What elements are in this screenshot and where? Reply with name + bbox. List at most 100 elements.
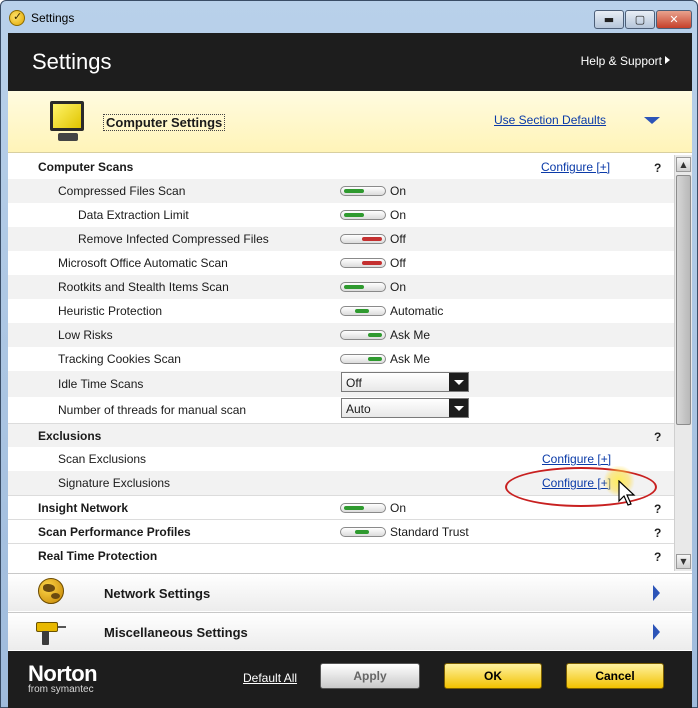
apply-button[interactable]: Apply [320,663,420,689]
computer-scans-configure-link[interactable]: Configure [+] [541,160,610,174]
remove-infected-compressed-toggle[interactable] [340,234,386,244]
expand-arrow-icon[interactable] [653,624,660,640]
row-scan-performance: Scan Performance Profiles Standard Trust… [8,519,674,543]
settings-list-scrollbar[interactable]: ▲ ▼ [674,155,692,571]
section-title: Network Settings [104,586,211,601]
row-value: On [390,184,407,198]
monitor-icon [48,99,88,145]
row-label: Insight Network [38,501,129,515]
chevron-down-icon [449,373,468,391]
chevron-right-icon [665,56,670,64]
row-label: Computer Scans [38,160,134,174]
computer-settings-section-header: Computer Settings Use Section Defaults [8,91,692,153]
row-exclusions: Exclusions ? [8,423,674,447]
help-icon[interactable]: ? [654,502,661,516]
scrollbar-thumb[interactable] [676,175,691,425]
row-value: Off [390,232,406,246]
miscellaneous-settings-section[interactable]: Miscellaneous Settings [8,612,692,650]
help-icon[interactable]: ? [654,430,661,444]
maximize-button[interactable]: ▢ [625,10,655,29]
help-icon[interactable]: ? [654,526,661,540]
row-label: Idle Time Scans [58,377,144,391]
row-label: Scan Performance Profiles [38,525,191,539]
scroll-down-icon[interactable]: ▼ [676,554,691,569]
row-label: Exclusions [38,429,102,443]
low-risks-slider[interactable] [340,330,386,340]
row-heuristic-protection: Heuristic Protection Automatic [8,299,674,323]
title-bar[interactable]: Settings ▬ ▢ ✕ [1,1,697,33]
rootkits-scan-toggle[interactable] [340,282,386,292]
row-rootkits-scan: Rootkits and Stealth Items Scan On [8,275,674,299]
row-threads-manual-scan: Number of threads for manual scan Auto [8,397,674,423]
cancel-button[interactable]: Cancel [566,663,664,689]
help-icon[interactable]: ? [654,550,661,564]
row-value: On [390,501,407,515]
expand-arrow-icon[interactable] [653,585,660,601]
section-title[interactable]: Computer Settings [103,114,226,131]
drill-icon [36,618,66,646]
row-data-extraction-limit: Data Extraction Limit On [8,203,674,227]
window-title: Settings [31,11,75,25]
row-label: Tracking Cookies Scan [58,352,181,366]
row-label: Microsoft Office Automatic Scan [58,256,228,270]
scan-exclusions-configure-link[interactable]: Configure [+] [542,452,611,466]
section-title: Miscellaneous Settings [104,625,248,640]
row-scan-exclusions: Scan Exclusions Configure [+] [8,447,674,471]
row-value: On [390,280,407,294]
signature-exclusions-configure-link[interactable]: Configure [+] [542,476,611,490]
row-compressed-files-scan: Compressed Files Scan On [8,179,674,203]
minimize-button[interactable]: ▬ [594,10,624,29]
settings-window: Settings ▬ ▢ ✕ Settings Help & Support C… [0,0,698,708]
network-settings-section[interactable]: Network Settings [8,573,692,611]
insight-network-toggle[interactable] [340,503,386,513]
row-value: Automatic [390,304,444,318]
help-support-link[interactable]: Help & Support [581,54,670,68]
scroll-up-icon[interactable]: ▲ [676,157,691,172]
row-label: Signature Exclusions [58,476,171,490]
settings-footer: Norton from symantec Default All Apply O… [8,651,692,708]
row-low-risks: Low Risks Ask Me [8,323,674,347]
chevron-down-icon [449,399,468,417]
row-signature-exclusions: Signature Exclusions Configure [+] [8,471,674,495]
globe-icon [38,578,64,604]
settings-list: Computer Scans Configure [+] ? Compresse… [8,155,674,571]
threads-manual-scan-dropdown[interactable]: Auto [341,398,469,418]
tracking-cookies-slider[interactable] [340,354,386,364]
row-label: Compressed Files Scan [58,184,186,198]
settings-header: Settings Help & Support [8,33,692,91]
settings-client-area: Settings Help & Support Computer Setting… [8,33,692,708]
row-label: Heuristic Protection [58,304,163,318]
scan-performance-slider[interactable] [340,527,386,537]
dropdown-value: Auto [346,402,371,416]
row-remove-infected-compressed: Remove Infected Compressed Files Off [8,227,674,251]
row-ms-office-scan: Microsoft Office Automatic Scan Off [8,251,674,275]
row-computer-scans: Computer Scans Configure [+] ? [8,155,674,179]
ok-button[interactable]: OK [444,663,542,689]
close-button[interactable]: ✕ [656,10,692,29]
collapse-section-icon[interactable] [644,117,660,124]
row-label: Data Extraction Limit [78,208,189,222]
row-label: Remove Infected Compressed Files [78,232,269,246]
default-all-link[interactable]: Default All [243,671,297,685]
idle-time-scans-dropdown[interactable]: Off [341,372,469,392]
data-extraction-limit-toggle[interactable] [340,210,386,220]
row-value: Off [390,256,406,270]
row-label: Real Time Protection [38,549,158,563]
compressed-files-scan-toggle[interactable] [340,186,386,196]
norton-app-icon [9,10,25,26]
row-idle-time-scans: Idle Time Scans Off [8,371,674,397]
row-value: Ask Me [390,328,431,342]
row-label: Scan Exclusions [58,452,147,466]
use-section-defaults-link[interactable]: Use Section Defaults [494,113,606,127]
row-real-time-protection: Real Time Protection ? [8,543,674,567]
heuristic-protection-slider[interactable] [340,306,386,316]
help-icon[interactable]: ? [654,161,661,175]
row-label: Number of threads for manual scan [58,403,247,417]
row-tracking-cookies: Tracking Cookies Scan Ask Me [8,347,674,371]
ms-office-scan-toggle[interactable] [340,258,386,268]
brand-subtitle: from symantec [28,684,94,695]
row-value: On [390,208,407,222]
help-support-label: Help & Support [580,54,662,68]
page-title: Settings [32,49,112,74]
row-value: Ask Me [390,352,431,366]
